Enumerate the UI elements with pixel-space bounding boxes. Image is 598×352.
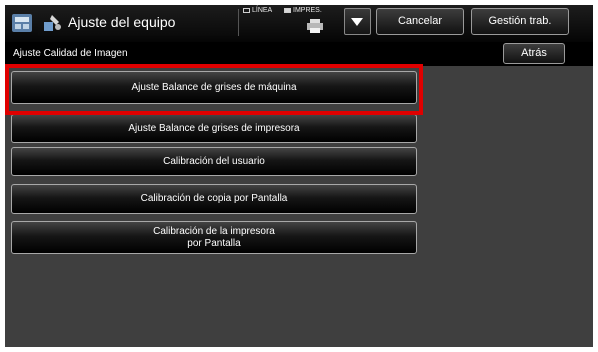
menu-item-label: Calibración de la impresora por Pantalla	[153, 225, 275, 249]
mode-linea-label: LÍNEA	[252, 7, 273, 14]
back-button[interactable]: Atrás	[503, 43, 565, 64]
mode-linea: LÍNEA	[243, 7, 272, 14]
dropdown-button[interactable]	[344, 8, 371, 35]
settings-tools-icon	[44, 15, 61, 31]
job-status-button[interactable]: Gestión trab.	[471, 8, 569, 35]
dropdown-arrow-icon	[351, 18, 363, 26]
menu-item-label: Calibración de copia por Pantalla	[140, 193, 288, 204]
impres-checkbox-icon	[284, 7, 291, 13]
linea-checkbox-icon	[243, 7, 250, 13]
mode-impres-label: IMPRES.	[293, 7, 322, 14]
page-title: Ajuste Calidad de Imagen	[13, 48, 128, 59]
menu-item-label: Calibración del usuario	[163, 155, 265, 167]
cancel-button[interactable]: Cancelar	[376, 8, 464, 35]
window-title: Ajuste del equipo	[68, 14, 176, 30]
top-bar: Ajuste del equipo LÍNEA IMPRES. Cancelar…	[5, 5, 593, 42]
menu-item-label: Ajuste Balance de grises de máquina	[131, 81, 297, 93]
printer-icon	[307, 19, 323, 33]
machine-settings-icon[interactable]	[10, 11, 34, 35]
mode-impres: IMPRES.	[284, 7, 322, 14]
title-area: Ajuste del equipo	[38, 9, 239, 36]
device-screen: Ajuste del equipo LÍNEA IMPRES. Cancelar…	[5, 5, 593, 347]
menu-item-printer-gray-balance[interactable]: Ajuste Balance de grises de impresora	[11, 114, 417, 143]
menu-item-copy-calibration-screen[interactable]: Calibración de copia por Pantalla	[11, 184, 417, 214]
menu-item-label: Ajuste Balance de grises de impresora	[128, 122, 300, 134]
menu-item-user-calibration[interactable]: Calibración del usuario	[11, 147, 417, 176]
menu-item-machine-gray-balance[interactable]: Ajuste Balance de grises de máquina	[11, 71, 417, 104]
menu-item-printer-calibration-screen[interactable]: Calibración de la impresora por Pantalla	[11, 221, 417, 254]
sub-header: Ajuste Calidad de Imagen Atrás	[5, 42, 593, 66]
